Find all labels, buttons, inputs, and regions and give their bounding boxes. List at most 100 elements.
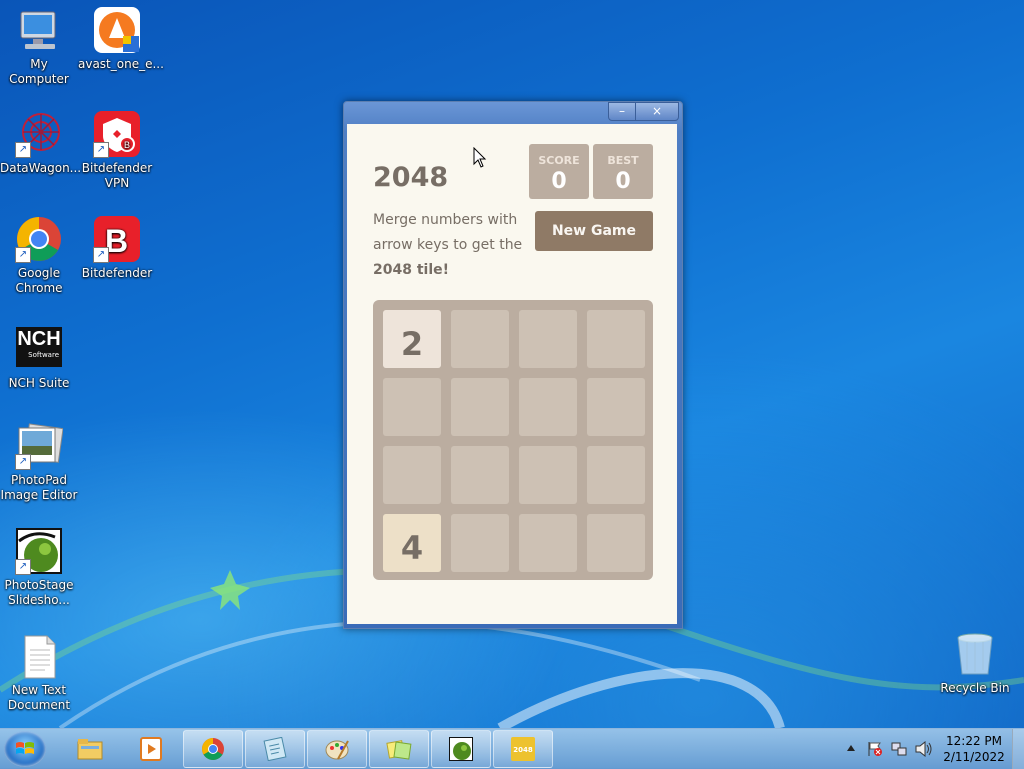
volume-icon[interactable] (915, 741, 933, 757)
avast-icon (93, 6, 141, 54)
taskbar: 2048 12:22 PM 2/11/2022 (0, 728, 1024, 769)
desktop-icon-label: PhotoStage Slidesho... (4, 578, 74, 607)
grid-cell (451, 310, 509, 368)
nch-logo-text: NCH (17, 328, 61, 350)
desktop-icon-avast[interactable]: avast_one_e... (78, 6, 164, 72)
grid-cell (587, 310, 645, 368)
score-label: SCORE (538, 154, 580, 167)
photostage-icon (449, 737, 473, 761)
taskbar-chrome[interactable] (183, 730, 243, 768)
desktop-icon-label: PhotoPad Image Editor (0, 473, 78, 502)
best-value: 0 (615, 169, 631, 194)
nch-icon: NCH Software (16, 327, 62, 367)
file-explorer-icon (77, 739, 103, 760)
desktop-icon-datawagon[interactable]: ↗ DataWagon... (0, 110, 82, 176)
clock[interactable]: 12:22 PM 2/11/2022 (940, 733, 1008, 765)
game-title: 2048 (373, 162, 449, 193)
grid-cell (587, 446, 645, 504)
photopad-icon: ↗ (15, 422, 64, 470)
taskbar-notepad[interactable] (245, 730, 305, 768)
grid-cell (383, 446, 441, 504)
desktop-icon-label: New Text Document (7, 683, 71, 712)
grid-cell (451, 378, 509, 436)
photostage-icon: ↗ (15, 527, 63, 575)
chrome-icon (202, 738, 224, 760)
desktop-icon-photostage[interactable]: ↗ PhotoStage Slidesho... (0, 527, 78, 608)
best-box: BEST 0 (593, 144, 653, 199)
notepad-icon (263, 737, 287, 761)
bitdefender-vpn-icon: B ↗ (93, 110, 141, 158)
window-titlebar[interactable]: – × (344, 102, 682, 124)
game-window[interactable]: – × 2048 SCORE 0 BEST 0 Merge numbers wi… (343, 101, 683, 629)
taskbar-paint[interactable] (307, 730, 367, 768)
tile-4: 4 (383, 514, 441, 572)
shortcut-arrow-icon: ↗ (93, 142, 109, 158)
desktop-icon-my-computer[interactable]: My Computer (0, 6, 78, 87)
action-center-flag-icon[interactable] (867, 741, 883, 757)
bitdefender-icon: B ↗ (93, 215, 141, 263)
desktop-icon-photopad[interactable]: ↗ PhotoPad Image Editor (0, 422, 78, 503)
tile-2: 2 (383, 310, 441, 368)
show-hidden-icons-icon[interactable] (847, 745, 855, 751)
system-tray (843, 729, 943, 769)
datawagon-icon: ↗ (15, 110, 63, 158)
sticky-notes-icon (386, 740, 412, 760)
nch-logo-subtext: Software (28, 351, 59, 359)
grid-cell (519, 446, 577, 504)
network-icon[interactable] (891, 741, 907, 757)
intro-text: Merge numbers with arrow keys to get the (373, 212, 523, 253)
intro-bold: 2048 tile! (373, 262, 450, 278)
mouse-cursor-icon (473, 147, 487, 168)
grid-cell (519, 378, 577, 436)
chrome-icon: ↗ (15, 215, 63, 263)
2048-icon: 2048 (511, 737, 535, 761)
grid-cell (451, 514, 509, 572)
taskbar-photostage[interactable] (431, 730, 491, 768)
shortcut-arrow-icon: ↗ (15, 142, 31, 158)
media-player-icon (140, 737, 162, 761)
shortcut-arrow-icon: ↗ (93, 247, 109, 263)
windows-logo-icon (16, 742, 34, 754)
paint-icon (325, 740, 349, 760)
grid-cell (519, 310, 577, 368)
new-game-button[interactable]: New Game (535, 211, 653, 251)
shortcut-arrow-icon: ↗ (15, 559, 31, 575)
desktop-icon-new-text-document[interactable]: New Text Document (0, 632, 78, 713)
taskbar-2048-label: 2048 (513, 746, 533, 754)
grid-cell (451, 446, 509, 504)
desktop-icon-label: Recycle Bin (940, 681, 1010, 695)
desktop-icon-bitdefender-vpn[interactable]: B ↗ Bitdefender VPN (78, 110, 156, 191)
taskbar-file-explorer[interactable] (60, 730, 120, 768)
shortcut-arrow-icon: ↗ (15, 454, 31, 470)
desktop-icon-label: Google Chrome (15, 266, 63, 295)
recycle-bin-icon (951, 630, 999, 678)
desktop-icon-recycle-bin[interactable]: Recycle Bin (936, 630, 1014, 696)
grid-cell (587, 378, 645, 436)
taskbar-2048[interactable]: 2048 (493, 730, 553, 768)
desktop-icon-label: NCH Suite (8, 376, 70, 390)
desktop-icon-google-chrome[interactable]: ↗ Google Chrome (0, 215, 78, 296)
minimize-button[interactable]: – (608, 102, 636, 121)
close-button[interactable]: × (635, 102, 679, 121)
game-board[interactable]: 24 (373, 300, 653, 580)
taskbar-sticky-notes[interactable] (369, 730, 429, 768)
grid-cell (383, 378, 441, 436)
desktop-icon-label: Bitdefender (81, 266, 153, 280)
desktop-icon-nch-suite[interactable]: NCH Software NCH Suite (0, 325, 78, 391)
svg-text:B: B (124, 140, 130, 150)
desktop-icon-label: Bitdefender VPN (81, 161, 153, 190)
grid-cell (519, 514, 577, 572)
start-button[interactable] (4, 731, 46, 767)
taskbar-media-player[interactable] (121, 730, 181, 768)
best-label: BEST (607, 154, 639, 167)
clock-date: 2/11/2022 (943, 750, 1005, 764)
desktop-icon-bitdefender[interactable]: B ↗ Bitdefender (78, 215, 156, 281)
game-intro: Merge numbers with arrow keys to get the… (373, 208, 533, 283)
show-desktop-button[interactable] (1012, 729, 1024, 769)
grid-cell (587, 514, 645, 572)
clock-time: 12:22 PM (946, 734, 1002, 748)
score-value: 0 (551, 169, 567, 194)
score-box: SCORE 0 (529, 144, 589, 199)
game-container: 2048 SCORE 0 BEST 0 Merge numbers with a… (347, 124, 677, 624)
desktop-icon-label: DataWagon... (0, 161, 82, 175)
